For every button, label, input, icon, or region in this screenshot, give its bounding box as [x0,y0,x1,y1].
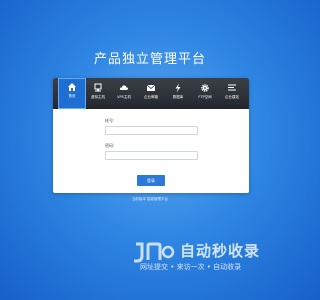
tab-label: VPS主机 [117,95,131,99]
list-icon [228,84,236,91]
password-input[interactable] [105,151,198,160]
tab-label: 虚拟主机 [91,95,105,99]
watermark: 自动秒收录 网址提交 • 来访一次 • 自动收录 [132,238,292,278]
tab-virtual-host[interactable]: 虚拟主机 [86,80,110,107]
tab-label: 企业建站 [225,95,239,99]
password-label: 密码: [105,143,115,148]
login-panel: 首页 虚拟主机 VPS主机 企业邮箱 数据库 FTP空间 企业建站 帐号: 密码… [53,78,249,193]
cloud-icon [119,85,129,90]
lightning-icon [175,83,181,93]
watermark-slogan: 网址提交 • 来访一次 • 自动收录 [140,263,242,271]
home-icon [68,83,76,91]
tab-label: 数据库 [172,95,184,99]
gear-icon [201,84,209,92]
footer-note: 当前版本 智能管理平台 [131,197,169,201]
page-title: 产品独立管理平台 [93,52,206,67]
nav-bar: 首页 虚拟主机 VPS主机 企业邮箱 数据库 FTP空间 企业建站 [53,78,249,109]
login-button[interactable]: 登录 [137,175,165,186]
tab-label: FTP空间 [198,95,212,99]
tab-home[interactable]: 首页 [58,78,86,109]
tab-mail[interactable]: 企业邮箱 [139,80,163,107]
watermark-brand: 自动秒收录 [180,242,261,260]
tab-label: 首页 [68,94,76,98]
mail-icon [146,84,156,91]
tab-ftp[interactable]: FTP空间 [193,80,217,107]
tab-database[interactable]: 数据库 [166,80,190,107]
username-label: 帐号: [105,118,115,123]
tab-vps[interactable]: VPS主机 [112,80,136,107]
tab-label: 企业邮箱 [144,95,158,99]
watermark-logo-icon [134,242,175,263]
server-icon [94,83,102,92]
username-input[interactable] [105,126,198,135]
tab-site-builder[interactable]: 企业建站 [220,80,244,107]
